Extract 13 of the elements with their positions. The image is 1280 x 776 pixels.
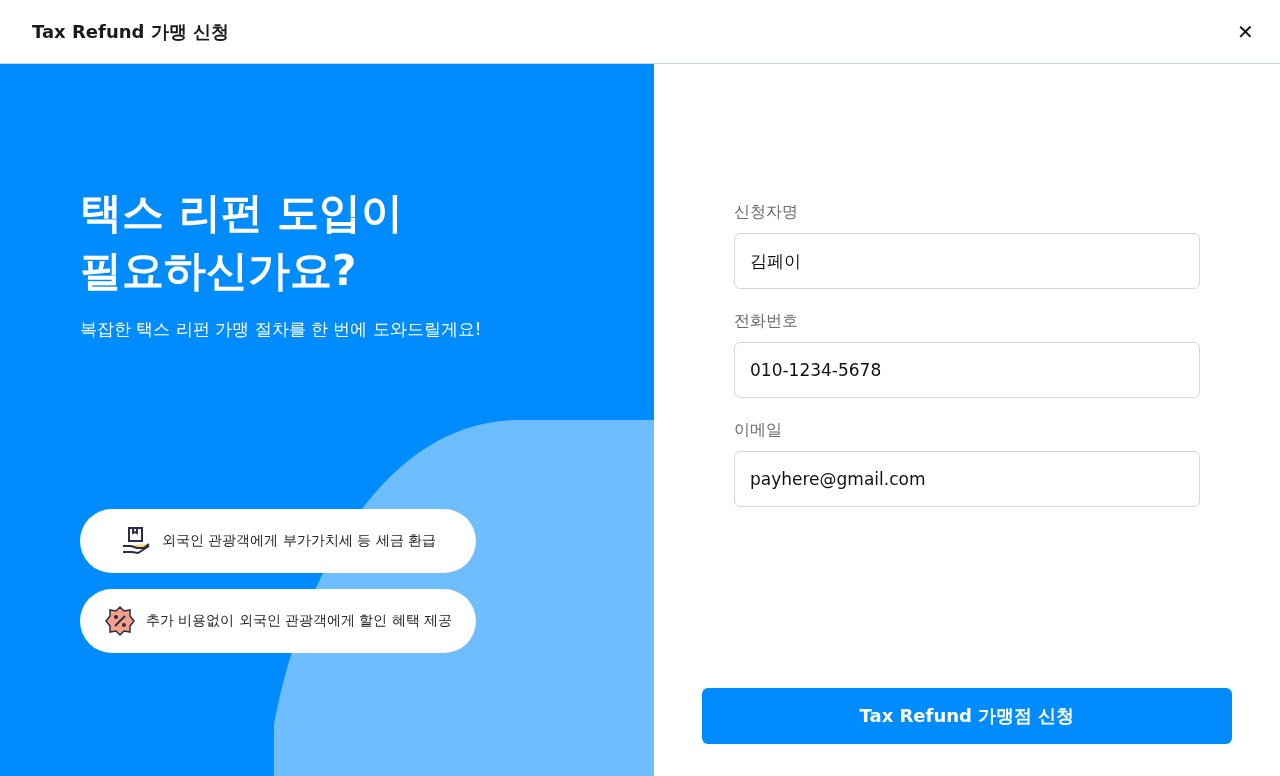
discount-badge-icon xyxy=(103,605,136,637)
input-field[interactable]: 김페이 xyxy=(734,233,1200,289)
feature-text: 외국인 관광객에게 부가가치세 등 세금 환급 xyxy=(161,532,437,550)
field-label: 전화번호 xyxy=(734,311,799,332)
feature-text: 추가 비용없이 외국인 관광객에게 할인 혜택 제공 xyxy=(145,612,453,630)
hero-subtitle: 복잡한 택스 리펀 가맹 절차를 한 번에 도와드릴게요! xyxy=(80,318,483,341)
input-field[interactable]: 010-1234-5678 xyxy=(734,342,1200,398)
field-label: 이메일 xyxy=(734,420,783,441)
window-title: Tax Refund 가맹 신청 xyxy=(32,19,229,44)
field-label: 신청자명 xyxy=(734,202,799,223)
close-button[interactable]: ✕ xyxy=(1233,15,1258,48)
hero-title: 택스 리펀 도입이 필요하신가요? xyxy=(80,187,405,297)
input-field[interactable]: payhere@gmail.com xyxy=(734,451,1200,507)
